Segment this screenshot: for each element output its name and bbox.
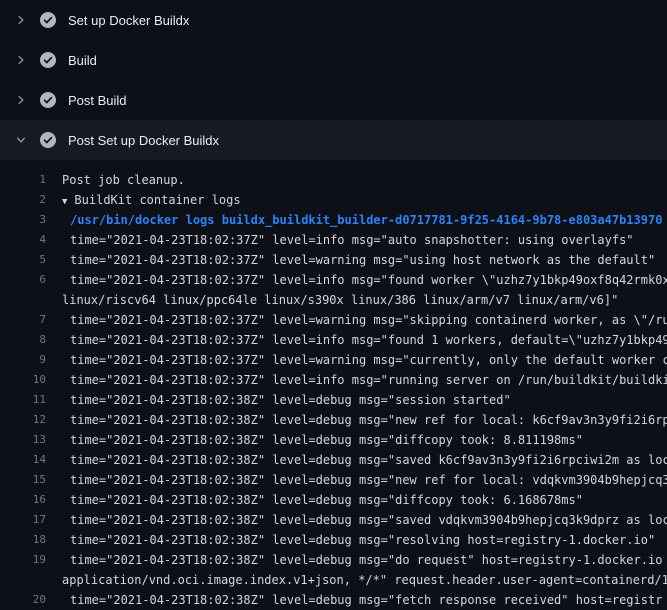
line-number[interactable]: 15 [0, 470, 62, 490]
log-text: time="2021-04-23T18:02:38Z" level=debug … [62, 490, 583, 510]
step-post-set-up-docker-buildx[interactable]: Post Set up Docker Buildx [0, 120, 667, 160]
log-text: time="2021-04-23T18:02:37Z" level=warnin… [62, 350, 667, 370]
chevron-right-icon [15, 94, 27, 106]
log-text: time="2021-04-23T18:02:38Z" level=debug … [62, 470, 667, 490]
line-number[interactable]: 19 [0, 550, 62, 570]
workflow-steps: Set up Docker Buildx Build Post Build Po… [0, 0, 667, 610]
log-line: 4 time="2021-04-23T18:02:37Z" level=info… [0, 230, 667, 250]
log-line: 16 time="2021-04-23T18:02:38Z" level=deb… [0, 490, 667, 510]
log-text: ▼ BuildKit container logs [62, 190, 241, 210]
log-line-continuation: application/vnd.oci.image.index.v1+json,… [0, 570, 667, 590]
step-title: Post Build [68, 93, 127, 108]
step-log-output: 1 Post job cleanup. 2 ▼ BuildKit containe… [0, 160, 667, 610]
line-number[interactable]: 14 [0, 450, 62, 470]
line-number[interactable]: 13 [0, 430, 62, 450]
line-number[interactable]: 5 [0, 250, 62, 270]
success-check-icon [40, 132, 56, 148]
line-number[interactable]: 2 [0, 190, 62, 210]
log-text: time="2021-04-23T18:02:38Z" level=debug … [62, 450, 667, 470]
log-line: 20 time="2021-04-23T18:02:38Z" level=deb… [0, 590, 667, 610]
log-line-continuation: linux/riscv64 linux/ppc64le linux/s390x … [0, 290, 667, 310]
log-line: 11 time="2021-04-23T18:02:38Z" level=deb… [0, 390, 667, 410]
line-number[interactable]: 8 [0, 330, 62, 350]
log-line-command: 3 /usr/bin/docker logs buildx_buildkit_b… [0, 210, 667, 230]
log-line: 5 time="2021-04-23T18:02:37Z" level=warn… [0, 250, 667, 270]
log-text: time="2021-04-23T18:02:37Z" level=info m… [62, 330, 667, 350]
line-number[interactable]: 3 [0, 210, 62, 230]
log-line: 1 Post job cleanup. [0, 170, 667, 190]
step-title: Set up Docker Buildx [68, 13, 189, 28]
chevron-right-icon [15, 14, 27, 26]
chevron-right-icon [15, 54, 27, 66]
line-number[interactable]: 9 [0, 350, 62, 370]
log-line: 7 time="2021-04-23T18:02:37Z" level=warn… [0, 310, 667, 330]
log-line: 19 time="2021-04-23T18:02:38Z" level=deb… [0, 550, 667, 570]
line-number[interactable]: 10 [0, 370, 62, 390]
log-text: time="2021-04-23T18:02:38Z" level=debug … [62, 550, 667, 570]
log-line: 17 time="2021-04-23T18:02:38Z" level=deb… [0, 510, 667, 530]
log-command-text: /usr/bin/docker logs buildx_buildkit_bui… [62, 210, 662, 230]
line-number[interactable]: 12 [0, 410, 62, 430]
step-title: Build [68, 53, 97, 68]
line-number[interactable]: 1 [0, 170, 62, 190]
line-number[interactable]: 11 [0, 390, 62, 410]
log-line: 8 time="2021-04-23T18:02:37Z" level=info… [0, 330, 667, 350]
log-line: 15 time="2021-04-23T18:02:38Z" level=deb… [0, 470, 667, 490]
step-set-up-docker-buildx[interactable]: Set up Docker Buildx [0, 0, 667, 40]
line-number[interactable]: 16 [0, 490, 62, 510]
log-text: time="2021-04-23T18:02:37Z" level=warnin… [62, 310, 667, 330]
log-group-toggle[interactable]: 2 ▼ BuildKit container logs [0, 190, 667, 210]
log-text: time="2021-04-23T18:02:38Z" level=debug … [62, 590, 662, 610]
chevron-down-icon [15, 134, 27, 146]
line-number[interactable]: 4 [0, 230, 62, 250]
log-text: linux/riscv64 linux/ppc64le linux/s390x … [62, 290, 618, 310]
log-text: time="2021-04-23T18:02:37Z" level=info m… [62, 370, 667, 390]
line-number [0, 290, 62, 310]
log-line: 9 time="2021-04-23T18:02:37Z" level=warn… [0, 350, 667, 370]
line-number[interactable]: 18 [0, 530, 62, 550]
success-check-icon [40, 92, 56, 108]
log-line: 18 time="2021-04-23T18:02:38Z" level=deb… [0, 530, 667, 550]
success-check-icon [40, 12, 56, 28]
step-post-build[interactable]: Post Build [0, 80, 667, 120]
step-build[interactable]: Build [0, 40, 667, 80]
log-text: time="2021-04-23T18:02:38Z" level=debug … [62, 430, 583, 450]
line-number[interactable]: 17 [0, 510, 62, 530]
log-line: 12 time="2021-04-23T18:02:38Z" level=deb… [0, 410, 667, 430]
log-text: time="2021-04-23T18:02:38Z" level=debug … [62, 530, 655, 550]
log-text: time="2021-04-23T18:02:37Z" level=info m… [62, 230, 634, 250]
log-text: time="2021-04-23T18:02:37Z" level=warnin… [62, 250, 655, 270]
line-number[interactable]: 6 [0, 270, 62, 290]
log-line: 13 time="2021-04-23T18:02:38Z" level=deb… [0, 430, 667, 450]
success-check-icon [40, 52, 56, 68]
log-line: 10 time="2021-04-23T18:02:37Z" level=inf… [0, 370, 667, 390]
line-number[interactable]: 20 [0, 590, 62, 610]
group-label: BuildKit container logs [74, 193, 240, 207]
log-text: time="2021-04-23T18:02:38Z" level=debug … [62, 410, 667, 430]
log-text: time="2021-04-23T18:02:38Z" level=debug … [62, 390, 511, 410]
group-expanded-icon[interactable]: ▼ [62, 197, 67, 207]
step-title: Post Set up Docker Buildx [68, 133, 219, 148]
log-line: 6 time="2021-04-23T18:02:37Z" level=info… [0, 270, 667, 290]
log-text: Post job cleanup. [62, 170, 185, 190]
log-line: 14 time="2021-04-23T18:02:38Z" level=deb… [0, 450, 667, 470]
log-text: application/vnd.oci.image.index.v1+json,… [62, 570, 667, 590]
log-text: time="2021-04-23T18:02:38Z" level=debug … [62, 510, 667, 530]
line-number [0, 570, 62, 590]
line-number[interactable]: 7 [0, 310, 62, 330]
log-text: time="2021-04-23T18:02:37Z" level=info m… [62, 270, 667, 290]
